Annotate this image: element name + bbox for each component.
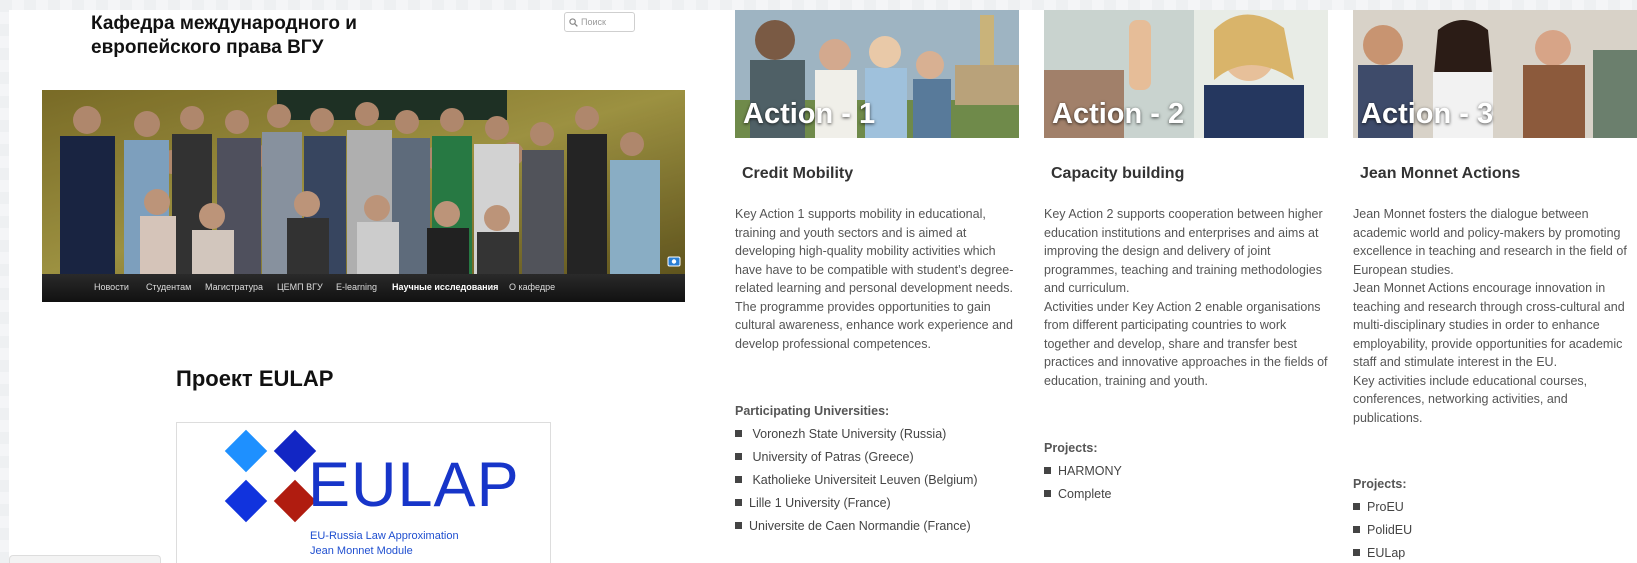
column-description: Jean Monnet fosters the dialogue between… (1353, 205, 1637, 427)
action-3-image[interactable]: Action - 3 (1353, 10, 1637, 138)
right-page: Action - 1 Credit Mobility Key Action 1 … (722, 10, 1637, 563)
action-3-label: Action - 3 (1361, 98, 1494, 130)
nav-item-news[interactable]: Новости (94, 282, 129, 292)
action-2-image[interactable]: Action - 2 (1044, 10, 1328, 138)
column-title: Credit Mobility (742, 165, 854, 182)
nav-item-masters[interactable]: Магистратура (205, 282, 263, 292)
list-item: Katholieke Universiteit Leuven (Belgium) (735, 471, 977, 494)
eulap-logo[interactable]: EULAP EU-Russia Law Approximation Jean M… (176, 422, 551, 563)
search-input[interactable]: Поиск (564, 12, 635, 32)
list-item: HARMONY (1044, 462, 1122, 485)
site-title[interactable]: Кафедра международного и европейского пр… (91, 12, 421, 60)
camera-icon[interactable] (667, 256, 681, 267)
list-item: Lille 1 University (France) (735, 494, 978, 517)
search-icon (569, 18, 578, 27)
header-group-photo (42, 90, 685, 274)
column-credit-mobility: Action - 1 Credit Mobility Key Action 1 … (735, 10, 1021, 563)
projects-list: HARMONY Complete (1044, 462, 1122, 508)
list-item: EULap (1353, 544, 1412, 563)
description-paragraph: Key Action 2 supports cooperation betwee… (1044, 207, 1323, 295)
column-description: Key Action 2 supports cooperation betwee… (1044, 205, 1330, 390)
description-paragraph: Activities under Key Action 2 enable org… (1044, 299, 1328, 388)
nav-item-about[interactable]: О кафедре (509, 282, 555, 292)
logo-wordmark: EULAP (308, 450, 520, 520)
list-item: PolidEU (1353, 521, 1412, 544)
description-paragraph: Key activities include educational cours… (1353, 373, 1588, 425)
nav-item-research[interactable]: Научные исследования (392, 282, 498, 292)
column-capacity-building: Action - 2 Capacity building Key Action … (1044, 10, 1330, 563)
column-jean-monnet: Action - 3 Jean Monnet Actions Jean Monn… (1353, 10, 1637, 563)
nav-item-elearning[interactable]: E-learning (336, 282, 377, 292)
list-item: University of Patras (Greece) (735, 448, 978, 471)
description-paragraph: Jean Monnet Actions encourage innovation… (1353, 281, 1625, 369)
description-paragraph: Jean Monnet fosters the dialogue between… (1353, 207, 1627, 277)
projects-list: ProEU PolidEU EULap (1353, 498, 1412, 563)
main-nav: Новости Студентам Магистратура ЦЕМП ВГУ … (42, 274, 685, 302)
description-paragraph: Key Action 1 supports mobility in educat… (735, 207, 1014, 351)
list-item: ProEU (1353, 498, 1412, 521)
action-1-image[interactable]: Action - 1 (735, 10, 1019, 138)
logo-subtitle-1: EU-Russia Law Approximation (310, 530, 459, 542)
universities-list: Voronezh State University (Russia) Unive… (735, 425, 978, 540)
bottom-tab (9, 555, 161, 563)
left-page: Кафедра международного и европейского пр… (9, 10, 722, 563)
list-item: Universite de Caen Normandie (France) (735, 517, 978, 540)
project-title: Проект EULAP (176, 366, 334, 391)
column-title: Capacity building (1051, 165, 1185, 182)
action-2-label: Action - 2 (1052, 98, 1185, 130)
action-1-label: Action - 1 (743, 98, 876, 130)
list-heading: Participating Universities: (735, 404, 890, 418)
search-placeholder: Поиск (581, 17, 606, 27)
nav-item-students[interactable]: Студентам (146, 282, 191, 292)
logo-subtitle-2: Jean Monnet Module (310, 545, 413, 557)
column-description: Key Action 1 supports mobility in educat… (735, 205, 1021, 353)
list-item: Voronezh State University (Russia) (735, 425, 978, 448)
list-item: Complete (1044, 485, 1122, 508)
column-title: Jean Monnet Actions (1360, 165, 1521, 182)
nav-item-cemp[interactable]: ЦЕМП ВГУ (277, 282, 323, 292)
list-heading: Projects: (1353, 477, 1407, 491)
list-heading: Projects: (1044, 441, 1098, 455)
